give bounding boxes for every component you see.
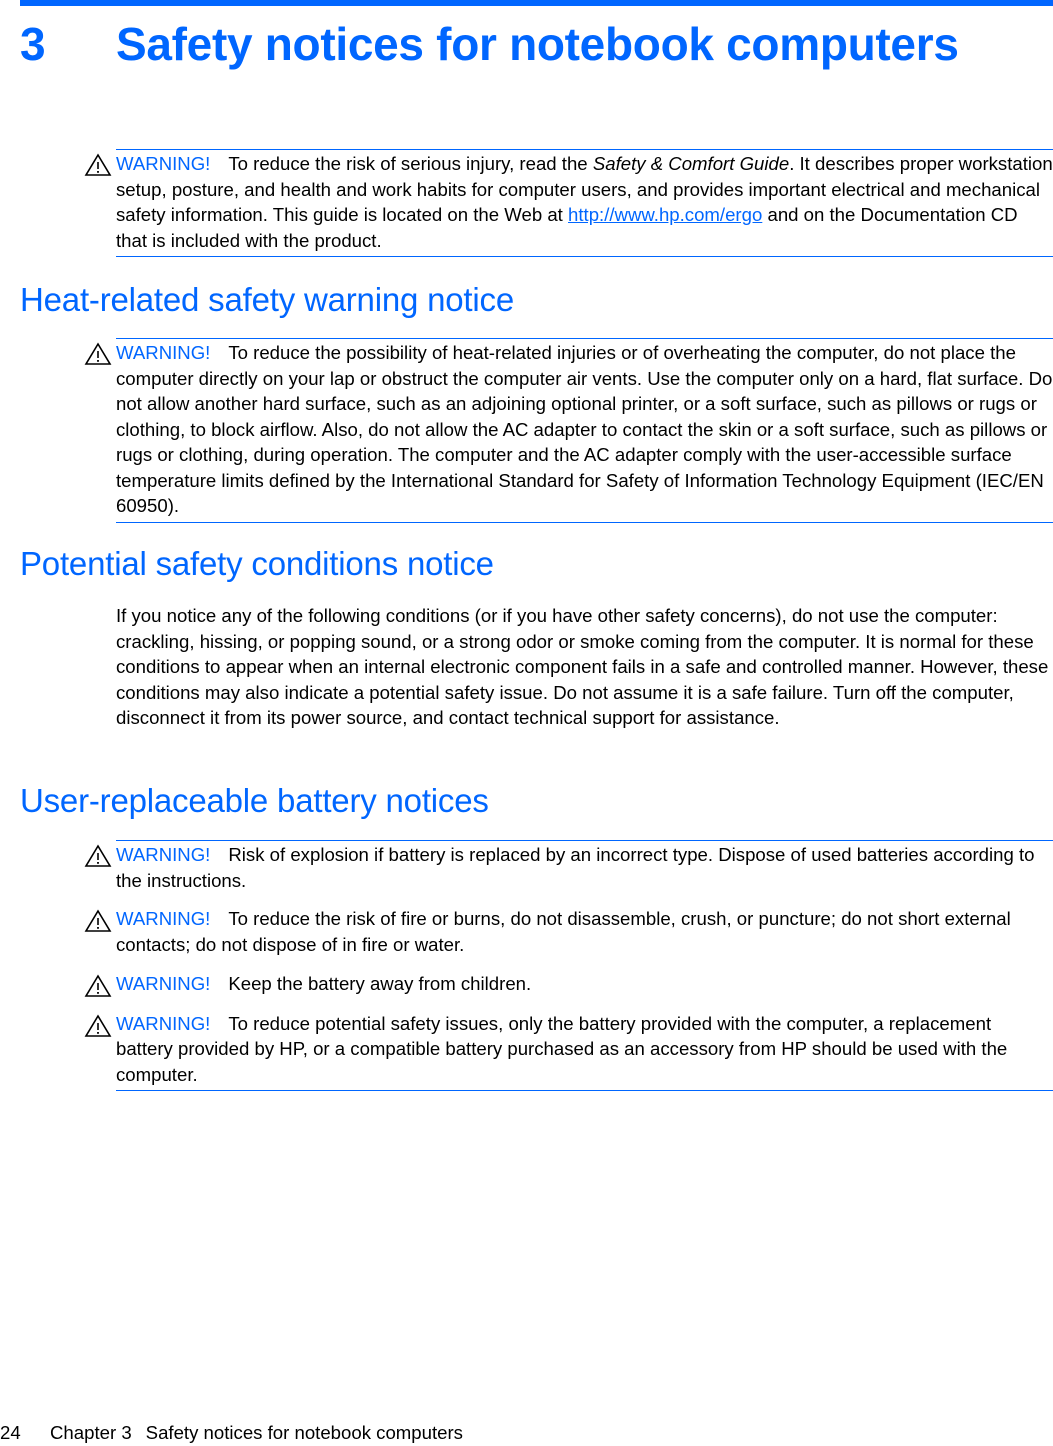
warning-label: WARNING! [116, 908, 211, 929]
warning-notice: WARNING! To reduce the risk of fire or bu… [84, 906, 1053, 957]
chapter-top-bar [20, 0, 1053, 6]
chapter-number: 3 [20, 18, 46, 70]
warning-label: WARNING! [116, 153, 211, 174]
warning-text: To reduce the possibility of heat-relate… [116, 342, 1053, 516]
page-number: 24 [0, 1422, 21, 1443]
chapter-title: 3 Safety notices for notebook computers [20, 16, 959, 72]
warning-notice: WARNING! Risk of explosion if battery is … [84, 841, 1053, 893]
warning-triangle-icon [84, 844, 112, 867]
warning-text: Risk of explosion if battery is replaced… [116, 844, 1035, 891]
warning-notice: WARNING! Keep the battery away from child… [84, 971, 1053, 997]
warning-label: WARNING! [116, 844, 211, 865]
ergo-link[interactable]: http://www.hp.com/ergo [568, 204, 762, 225]
warning-bottom-rule [116, 521, 1053, 523]
warning-text: Keep the battery away from children. [228, 973, 532, 994]
warning-notice: WARNING! To reduce the possibility of hea… [84, 339, 1053, 519]
footer-chapter-title: Safety notices for notebook computers [145, 1422, 463, 1443]
warning-text: To reduce the risk of fire or burns, do … [116, 908, 1011, 955]
warning-label: WARNING! [116, 973, 211, 994]
potential-paragraph-block: If you notice any of the following condi… [116, 603, 1053, 731]
warning-triangle-icon [84, 153, 112, 176]
warning-triangle-icon [84, 1013, 112, 1037]
warning-notice: WARNING! To reduce potential safety issue… [84, 1011, 1053, 1088]
safety-conditions-paragraph: If you notice any of the following condi… [116, 605, 1049, 728]
chapter-title-text: Safety notices for notebook computers [116, 18, 959, 70]
page-footer: 24 Chapter 3 Safety notices for notebook c… [0, 1420, 463, 1445]
heat-warning-block: WARNING! To reduce the possibility of hea… [84, 338, 1053, 523]
warning-triangle-icon [84, 342, 112, 365]
guide-title: Safety & Comfort Guide [592, 153, 790, 174]
warning-notice: WARNING! To reduce the risk of serious in… [84, 150, 1053, 253]
section-heading-battery: User-replaceable battery notices [20, 782, 489, 819]
warning-bottom-rule [116, 1090, 1053, 1091]
warning-label: WARNING! [116, 342, 211, 363]
warning-text-part: To reduce the risk of serious injury, re… [228, 153, 593, 174]
footer-chapter-label: Chapter 3 [50, 1422, 132, 1443]
warning-label: WARNING! [116, 1012, 211, 1034]
warning-text: To reduce potential safety issues, only … [116, 1012, 1008, 1085]
battery-warnings-block: WARNING! Risk of explosion if battery is … [84, 840, 1053, 1091]
warning-triangle-icon [84, 974, 112, 997]
section-heading-heat: Heat-related safety warning notice [20, 281, 514, 318]
warning-bottom-rule [116, 256, 1053, 257]
intro-warning-block: WARNING! To reduce the risk of serious in… [84, 149, 1053, 257]
section-heading-potential: Potential safety conditions notice [20, 545, 494, 582]
warning-triangle-icon [84, 909, 112, 932]
